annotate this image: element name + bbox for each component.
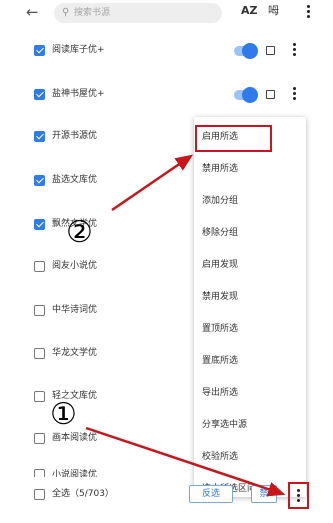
annotation-step-two: ② xyxy=(66,215,93,250)
arrow-to-enable-selected xyxy=(111,154,194,212)
arrow-to-more-menu xyxy=(85,426,286,497)
annotation-arrows xyxy=(85,154,286,497)
annotation-step-one: ① xyxy=(50,397,77,432)
